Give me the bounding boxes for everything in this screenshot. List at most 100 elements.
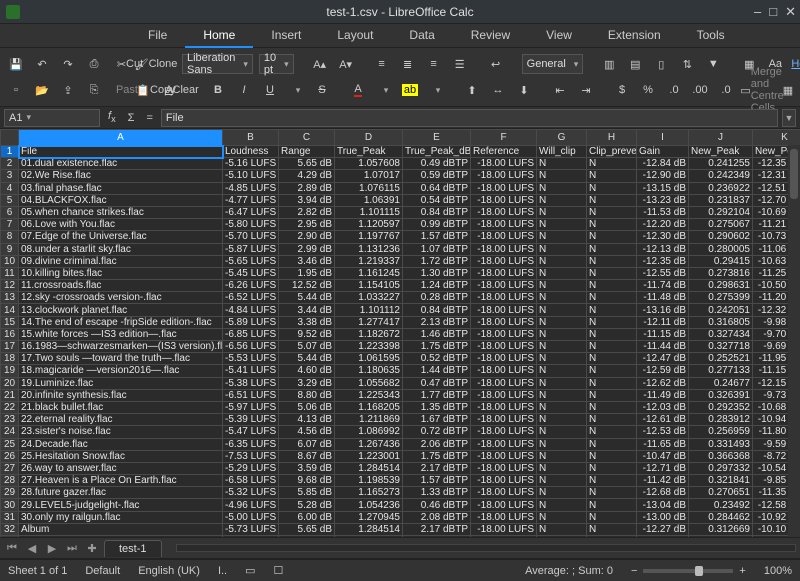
menu-layout[interactable]: Layout: [319, 24, 391, 48]
cell[interactable]: -12.20 dB: [637, 219, 689, 231]
cell[interactable]: 1.198539: [335, 475, 403, 487]
name-box[interactable]: A1: [4, 109, 100, 127]
cell[interactable]: 2.13 dBTP: [403, 316, 471, 328]
cell[interactable]: -18.00 LUFS: [471, 255, 537, 267]
insert-col-icon[interactable]: ▯: [651, 54, 671, 74]
cell[interactable]: 28.future gazer.flac: [19, 487, 223, 499]
cell[interactable]: N: [537, 255, 587, 267]
cell[interactable]: -5.32 LUFS: [223, 487, 279, 499]
font-name-combo[interactable]: Liberation Sans: [182, 54, 253, 74]
cell[interactable]: N: [587, 414, 637, 426]
cell[interactable]: -18.00 LUFS: [471, 316, 537, 328]
cell[interactable]: 0.280005: [689, 243, 753, 255]
cell[interactable]: 0.242349: [689, 170, 753, 182]
cell[interactable]: N: [587, 328, 637, 340]
cell[interactable]: -12.59 dB: [637, 365, 689, 377]
copy-button[interactable]: 📋 Copy: [146, 80, 166, 100]
cell[interactable]: -10.47 dB: [637, 450, 689, 462]
cell[interactable]: N: [537, 511, 587, 523]
cell[interactable]: -13.00 dB: [637, 511, 689, 523]
save-icon[interactable]: 💾: [6, 54, 26, 74]
col-header-F[interactable]: F: [471, 130, 537, 146]
cell[interactable]: N: [587, 475, 637, 487]
cell[interactable]: 2.06 dBTP: [403, 438, 471, 450]
sum-icon[interactable]: Σ: [124, 112, 139, 124]
zoom-slider[interactable]: − +: [631, 565, 746, 577]
cell[interactable]: -18.00 LUFS: [471, 341, 537, 353]
cell[interactable]: -18.00 LUFS: [471, 219, 537, 231]
menu-tools[interactable]: Tools: [679, 24, 743, 48]
cell[interactable]: 1.076115: [335, 182, 403, 194]
cell[interactable]: 3.38 dB: [279, 316, 335, 328]
cell[interactable]: [403, 536, 471, 538]
select-all-corner[interactable]: [1, 130, 19, 146]
formula-input[interactable]: File: [161, 109, 778, 127]
cell[interactable]: -11.74 dB: [637, 280, 689, 292]
cell[interactable]: -6.51 LUFS: [223, 389, 279, 401]
col-header-J[interactable]: J: [689, 130, 753, 146]
align-left-icon[interactable]: ≡: [372, 54, 392, 74]
cell[interactable]: N: [537, 280, 587, 292]
row-header[interactable]: 20: [1, 377, 19, 389]
row-header[interactable]: 28: [1, 475, 19, 487]
cell[interactable]: 26.way to answer.flac: [19, 462, 223, 474]
cell[interactable]: 1.24 dBTP: [403, 280, 471, 292]
cell[interactable]: -4.77 LUFS: [223, 194, 279, 206]
tab-prev-icon[interactable]: ◀: [24, 542, 40, 555]
row-header[interactable]: 24: [1, 426, 19, 438]
cell[interactable]: 1.182672: [335, 328, 403, 340]
cell[interactable]: -18.00 LUFS: [471, 475, 537, 487]
row-header[interactable]: 30: [1, 499, 19, 511]
col-header-K[interactable]: K: [753, 130, 800, 146]
cell[interactable]: -18.00 LUFS: [471, 499, 537, 511]
row-header[interactable]: 11: [1, 267, 19, 279]
borders-icon[interactable]: ▦: [778, 80, 798, 100]
row-header[interactable]: 7: [1, 219, 19, 231]
cell[interactable]: 0.84 dBTP: [403, 206, 471, 218]
status-language[interactable]: English (UK): [138, 565, 200, 577]
percent-icon[interactable]: %: [638, 80, 658, 100]
cell[interactable]: 29.LEVEL5-judgelight-.flac: [19, 499, 223, 511]
align-right-icon[interactable]: ≡: [424, 54, 444, 74]
cell[interactable]: 6.07 dB: [279, 438, 335, 450]
cell[interactable]: 14.The end of escape -fripSide edition-.…: [19, 316, 223, 328]
cell[interactable]: 1.57 dBTP: [403, 475, 471, 487]
cell[interactable]: 0.366368: [689, 450, 753, 462]
row-header[interactable]: 15: [1, 316, 19, 328]
cell[interactable]: N: [537, 365, 587, 377]
cell[interactable]: -4.96 LUFS: [223, 499, 279, 511]
row-header[interactable]: 25: [1, 438, 19, 450]
wrap-text-icon[interactable]: ↩: [486, 54, 506, 74]
cell[interactable]: N: [537, 499, 587, 511]
cell[interactable]: 1.57 dBTP: [403, 231, 471, 243]
cell[interactable]: -6.35 LUFS: [223, 438, 279, 450]
cell[interactable]: -18.00 LUFS: [471, 158, 537, 170]
cell[interactable]: 06.Love with You.flac: [19, 219, 223, 231]
cell[interactable]: 2.08 dBTP: [403, 511, 471, 523]
cell[interactable]: -5.70 LUFS: [223, 231, 279, 243]
cell[interactable]: -5.97 LUFS: [223, 401, 279, 413]
cell[interactable]: 15.white forces —IS3 edition—.flac: [19, 328, 223, 340]
clone-format-button[interactable]: 🖌 Clone: [146, 54, 166, 74]
cell[interactable]: 1.267436: [335, 438, 403, 450]
cell[interactable]: 2.99 dB: [279, 243, 335, 255]
cell[interactable]: N: [587, 243, 637, 255]
cell[interactable]: N: [587, 438, 637, 450]
currency-icon[interactable]: $: [612, 80, 632, 100]
cell[interactable]: -11.53 dB: [637, 206, 689, 218]
horizontal-scrollbar[interactable]: [176, 544, 796, 552]
cell[interactable]: 1.101115: [335, 206, 403, 218]
menu-extension[interactable]: Extension: [590, 24, 679, 48]
row-header[interactable]: 9: [1, 243, 19, 255]
cell[interactable]: 20.infinite synthesis.flac: [19, 389, 223, 401]
row-header[interactable]: 23: [1, 414, 19, 426]
indent-dec-icon[interactable]: ⇤: [550, 80, 570, 100]
cell[interactable]: 0.312669: [689, 523, 753, 535]
cell[interactable]: -12.53 dB: [637, 426, 689, 438]
cell[interactable]: N: [587, 267, 637, 279]
cell[interactable]: 0.84 dBTP: [403, 304, 471, 316]
cell[interactable]: -18.00 LUFS: [471, 414, 537, 426]
cell[interactable]: 0.290602: [689, 231, 753, 243]
cell[interactable]: -12.61 dB: [637, 414, 689, 426]
cell[interactable]: 0.327434: [689, 328, 753, 340]
